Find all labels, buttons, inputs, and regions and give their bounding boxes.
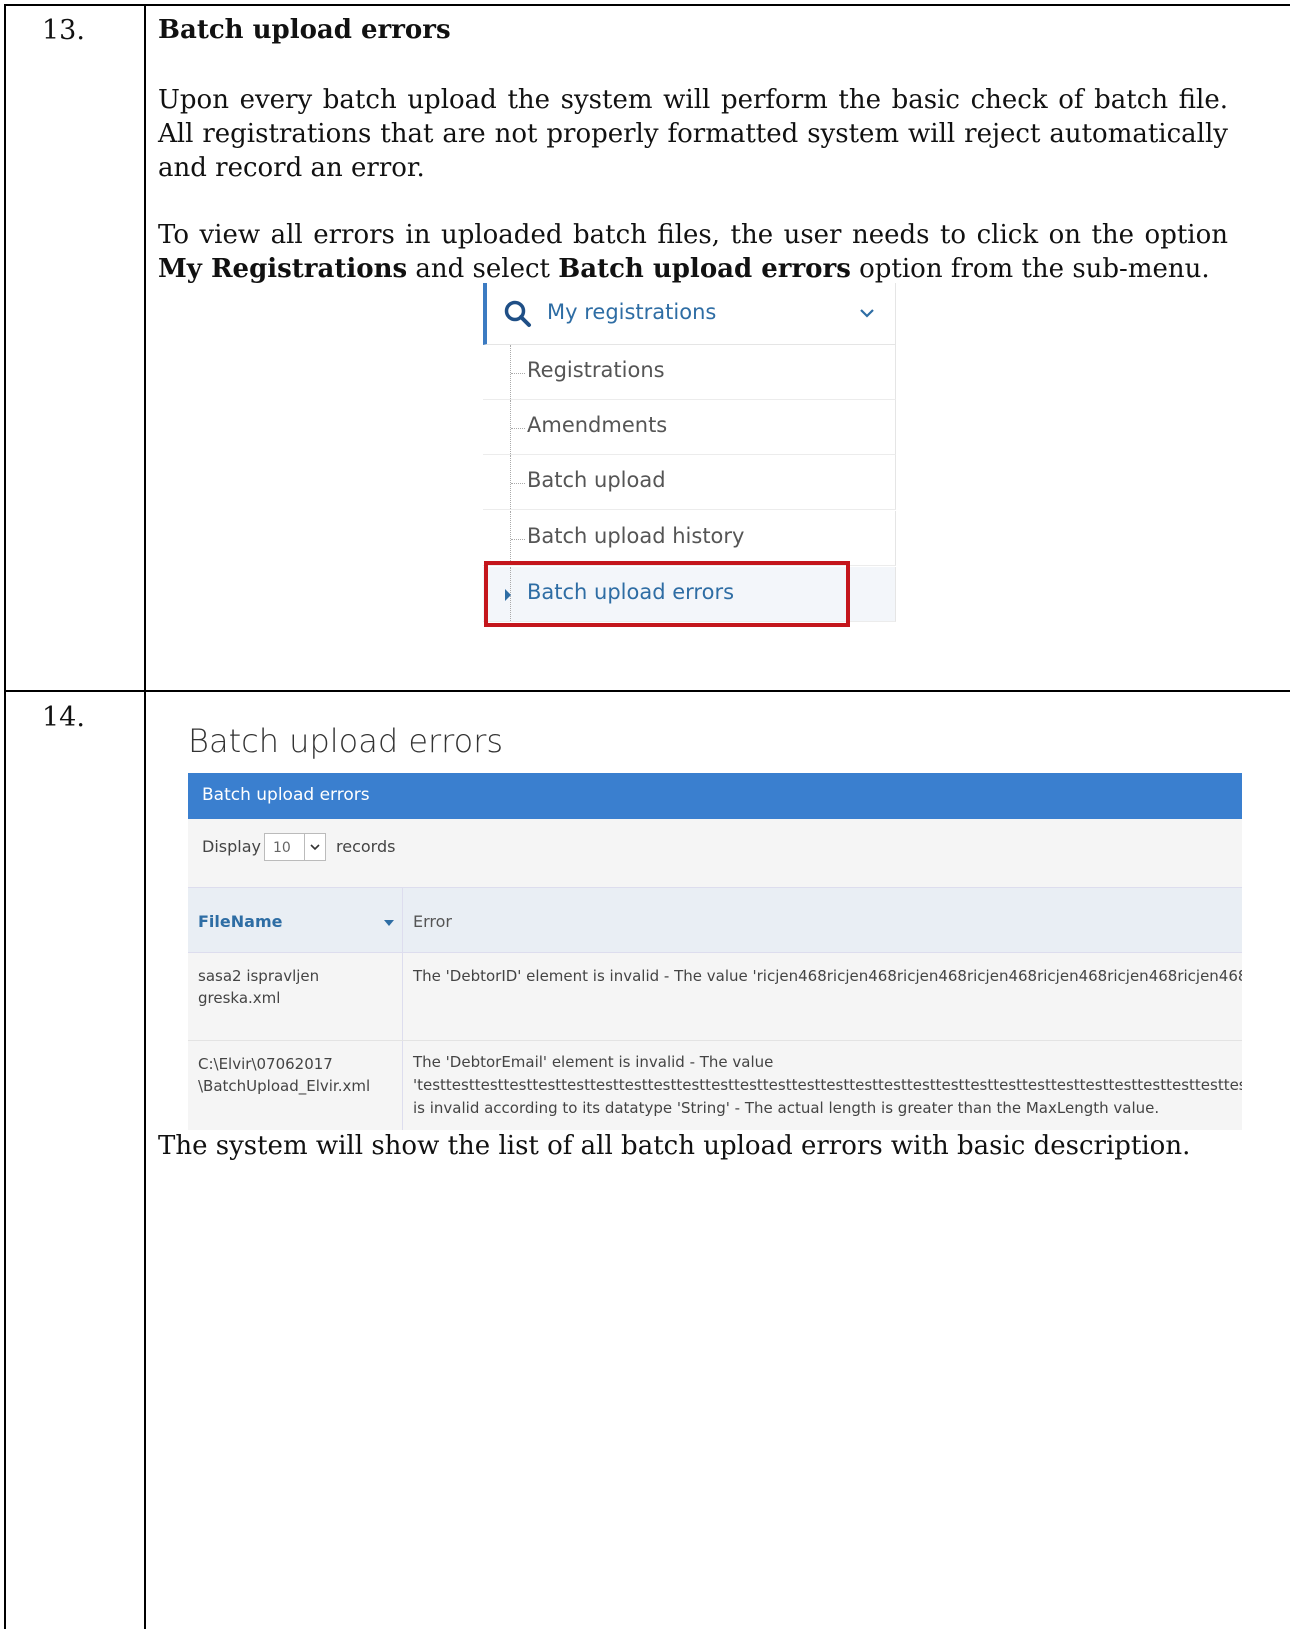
submenu-item-registrations[interactable]: Registrations: [483, 345, 896, 400]
filename-line: greska.xml: [198, 989, 281, 1007]
table-row: sasa2 ispravljen greska.xml The 'DebtorI…: [188, 953, 1242, 1041]
search-icon: [504, 300, 531, 327]
panel-header: Batch upload errors: [188, 773, 1242, 819]
table-column-divider: [144, 4, 146, 1629]
tree-branch: [511, 428, 525, 429]
submenu-item-label: Registrations: [527, 358, 665, 382]
page-size-select[interactable]: 10: [264, 833, 326, 861]
menu-header-label: My registrations: [547, 300, 717, 324]
table-border-top: [4, 4, 1290, 6]
instruction-text: To view all errors in uploaded batch fil…: [158, 220, 1228, 250]
column-header-error[interactable]: Error: [413, 912, 452, 931]
instruction-text: and select: [407, 254, 559, 284]
filename-line: C:\Elvir\07062017: [198, 1055, 333, 1073]
instruction-emphasis-menu: My Registrations: [158, 254, 408, 284]
page-size-value: 10: [273, 840, 291, 856]
menu-my-registrations[interactable]: My registrations: [483, 283, 896, 345]
table-header: FileName Error: [188, 887, 1242, 953]
cell-filename: C:\Elvir\07062017 \BatchUpload_Elvir.xml: [198, 1053, 393, 1097]
cell-error: The 'DebtorEmail' element is invalid - T…: [413, 1051, 1242, 1120]
submenu-item-label: Batch upload: [527, 468, 666, 492]
batch-errors-screenshot: Batch upload errors Batch upload errors …: [188, 716, 1242, 1130]
errors-panel: Batch upload errors Display 10 records F…: [188, 773, 1242, 1130]
cell-filename: sasa2 ispravljen greska.xml: [198, 965, 393, 1009]
panel-title: Batch upload errors: [202, 785, 370, 805]
tree-branch: [511, 539, 525, 540]
records-label: records: [336, 837, 396, 856]
error-line: The 'DebtorID' element is invalid - The …: [413, 967, 1242, 985]
error-line: 'testtesttesttesttesttesttesttesttesttes…: [413, 1076, 1242, 1094]
chevron-down-icon[interactable]: [304, 834, 325, 860]
column-header-filename[interactable]: FileName: [198, 912, 282, 931]
step-instructions: To view all errors in uploaded batch fil…: [158, 218, 1228, 286]
error-line: is invalid according to its datatype 'St…: [413, 1099, 1160, 1117]
submenu-item-amendments[interactable]: Amendments: [483, 400, 896, 455]
submenu-item-label: Batch upload history: [527, 524, 745, 548]
display-label: Display: [202, 837, 261, 856]
submenu-item-batch-upload-history[interactable]: Batch upload history: [483, 511, 896, 566]
tree-line: [510, 511, 511, 565]
error-line: The 'DebtorEmail' element is invalid - T…: [413, 1053, 774, 1071]
step-description: Upon every batch upload the system will …: [158, 85, 1228, 183]
table-border-left: [4, 4, 6, 1629]
instruction-emphasis-option: Batch upload errors: [558, 254, 851, 284]
submenu-item-label: Amendments: [527, 413, 668, 437]
cell-error: The 'DebtorID' element is invalid - The …: [413, 965, 1242, 988]
filename-line: sasa2 ispravljen: [198, 967, 320, 985]
tree-line: [510, 455, 511, 509]
submenu-item-batch-upload[interactable]: Batch upload: [483, 455, 896, 510]
instruction-text: option from the sub-menu.: [850, 254, 1210, 284]
page-title: Batch upload errors: [188, 722, 504, 760]
step-heading: Batch upload errors: [158, 15, 451, 45]
step-number: 13.: [42, 15, 85, 46]
table-row-divider: [4, 690, 1290, 692]
step-number: 14.: [42, 702, 85, 733]
tree-branch: [511, 483, 525, 484]
tree-branch: [511, 373, 525, 374]
chevron-down-icon[interactable]: [857, 303, 877, 323]
filename-line: \BatchUpload_Elvir.xml: [198, 1077, 371, 1095]
table-row: C:\Elvir\07062017 \BatchUpload_Elvir.xml…: [188, 1041, 1242, 1130]
sort-desc-icon[interactable]: [384, 920, 394, 926]
tree-line: [510, 345, 511, 399]
highlight-box: [484, 561, 850, 627]
step-caption: The system will show the list of all bat…: [158, 1131, 1191, 1161]
tree-line: [510, 400, 511, 454]
